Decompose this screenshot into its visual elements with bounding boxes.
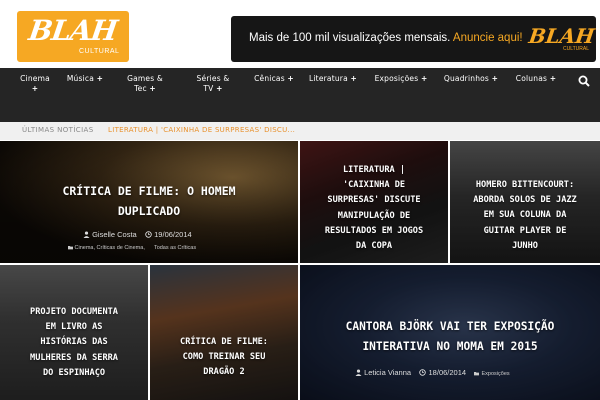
category-link[interactable]: Exposições (482, 371, 510, 377)
category-link[interactable]: Cinema (75, 245, 94, 251)
title-line: INTERATIVA NO MOMA EM 2015 (362, 340, 538, 353)
category-separator: , (93, 245, 96, 251)
article-categories: Cinema, Críticas de Cinema, Todas as Crí… (68, 245, 196, 251)
title-line: COMO TREINAR SEU (182, 352, 266, 363)
ad-text: Mais de 100 mil visualizações mensais. A… (249, 32, 523, 44)
ticker-label: ÚLTIMAS NOTÍCIAS (22, 126, 94, 134)
plus-icon: + (96, 74, 104, 83)
article-title[interactable]: CANTORA BJÖRK VAI TER EXPOSIÇÃO INTERATI… (300, 317, 600, 357)
title-line: GUITAR PLAYER DE (483, 225, 567, 236)
article-title[interactable]: PROJETO DOCUMENTA EM LIVRO AS HISTÓRIAS … (0, 305, 148, 381)
article-date: 19/06/2014 (154, 230, 192, 239)
site-logo[interactable]: BLAH CULTURAL (17, 11, 129, 62)
title-line: RESULTADOS EM JOGOS (324, 225, 424, 236)
title-line: DO ESPINHAÇO (42, 367, 106, 378)
category-separator: , (143, 245, 145, 251)
title-line: MANIPULAÇÃO DE (337, 210, 411, 221)
nav-label: Música (66, 74, 95, 83)
article-tile[interactable]: CRÍTICA DE FILME: COMO TREINAR SEU DRAGÃ… (150, 265, 298, 400)
title-line: LITERATURA | (342, 165, 406, 175)
title-line: ABORDA SOLOS DE JAZZ (473, 195, 577, 206)
article-date: 18/06/2014 (428, 368, 467, 377)
title-line: DA COPA (355, 241, 393, 252)
plus-icon: + (216, 84, 223, 93)
nav-label: Colunas (515, 74, 548, 83)
nav-label: Cinema (20, 74, 50, 83)
title-line: EM LIVRO AS (45, 322, 103, 333)
nav-item-games-tec[interactable]: Games & Tec + (125, 74, 165, 94)
folder-icon (474, 371, 480, 376)
article-title[interactable]: LITERATURA | 'CAIXINHA DE SURPRESAS' DIS… (300, 163, 448, 254)
plus-icon: + (149, 84, 156, 93)
nav-label: Games & (127, 74, 163, 83)
article-author[interactable]: Leticia Vianna (364, 368, 411, 377)
title-line: JUNHO (512, 240, 538, 251)
site-header: BLAH CULTURAL Mais de 100 mil visualizaç… (0, 0, 600, 68)
title-line: EM SUA COLUNA DA (483, 210, 567, 221)
nav-label: Quadrinhos (443, 74, 490, 83)
article-tile[interactable]: PROJETO DOCUMENTA EM LIVRO AS HISTÓRIAS … (0, 265, 148, 400)
search-icon[interactable] (578, 75, 590, 87)
ad-logo: BLAH (527, 24, 597, 48)
clock-icon (145, 231, 152, 238)
ad-cta-link[interactable]: Anuncie aqui! (453, 32, 523, 44)
logo-wordmark: BLAH (26, 14, 119, 47)
title-line: SURPRESAS' DISCUTE (327, 195, 421, 206)
nav-item-exposicoes[interactable]: Exposições + (373, 74, 429, 84)
news-ticker: ÚLTIMAS NOTÍCIAS LITERATURA | 'CAIXINHA … (0, 122, 600, 140)
title-line: DUPLICADO (117, 204, 181, 218)
category-link[interactable]: Todas as Críticas (154, 245, 196, 251)
user-icon (83, 231, 90, 238)
nav-item-musica[interactable]: Música + (66, 74, 104, 84)
article-title[interactable]: CRÍTICA DE FILME: COMO TREINAR SEU DRAGÃ… (150, 335, 298, 381)
plus-icon: + (31, 84, 39, 93)
article-title[interactable]: CRÍTICA DE FILME: O HOMEM DUPLICADO (0, 181, 298, 221)
nav-label: Exposições (374, 74, 419, 83)
nav-item-series-tv[interactable]: Séries & TV + (193, 74, 233, 94)
title-line: 'CAIXINHA DE (342, 180, 406, 191)
plus-icon: + (287, 74, 294, 83)
plus-icon: + (350, 74, 357, 83)
featured-article-tile[interactable]: CANTORA BJÖRK VAI TER EXPOSIÇÃO INTERATI… (300, 265, 600, 400)
title-line: HOMERO BITTENCOURT: (475, 180, 575, 190)
nav-label: TV (203, 84, 214, 93)
featured-article-tile[interactable]: CRÍTICA DE FILME: O HOMEM DUPLICADO Gise… (0, 141, 298, 263)
title-line: CANTORA BJÖRK VAI TER EXPOSIÇÃO (345, 320, 555, 333)
nav-label: Tec (134, 84, 147, 93)
nav-label: Cênicas (254, 74, 285, 83)
folder-icon (68, 245, 73, 250)
ticker-headline[interactable]: LITERATURA | 'CAIXINHA DE SURPRESAS' DIS… (108, 126, 295, 134)
user-icon (355, 369, 362, 376)
article-tile[interactable]: HOMERO BITTENCOURT: ABORDA SOLOS DE JAZZ… (450, 141, 600, 263)
nav-label: Literatura (309, 74, 348, 83)
article-tile[interactable]: LITERATURA | 'CAIXINHA DE SURPRESAS' DIS… (300, 141, 448, 263)
nav-item-literatura[interactable]: Literatura + (307, 74, 359, 84)
title-line: HISTÓRIAS DAS (40, 337, 108, 348)
title-line: CRÍTICA DE FILME: O HOMEM (62, 184, 236, 198)
title-line: CRÍTICA DE FILME: (180, 337, 268, 347)
title-line: MULHERES DA SERRA (30, 352, 118, 363)
ad-banner[interactable]: Mais de 100 mil visualizações mensais. A… (231, 16, 596, 62)
plus-icon: + (549, 74, 557, 83)
article-meta: Giselle Costa 19/06/2014 (83, 230, 192, 239)
article-meta: Leticia Vianna 18/06/2014 Exposições (355, 368, 510, 377)
ad-logo-subtitle: CULTURAL (563, 46, 590, 52)
main-nav: Cinema + Música + Games & Tec + Séries &… (0, 68, 600, 122)
clock-icon (419, 369, 427, 376)
logo-subtitle: CULTURAL (79, 48, 120, 55)
nav-item-quadrinhos[interactable]: Quadrinhos + (442, 74, 500, 84)
nav-item-cenicas[interactable]: Cênicas + (253, 74, 295, 84)
article-title[interactable]: HOMERO BITTENCOURT: ABORDA SOLOS DE JAZZ… (450, 178, 600, 254)
title-line: DRAGÃO 2 (203, 367, 245, 378)
plus-icon: + (491, 74, 499, 83)
plus-icon: + (420, 74, 428, 83)
title-line: PROJETO DOCUMENTA (30, 307, 118, 317)
nav-label: Séries & (196, 74, 230, 83)
category-link[interactable]: Críticas de Cinema (97, 245, 144, 251)
article-author[interactable]: Giselle Costa (92, 230, 137, 239)
nav-item-colunas[interactable]: Colunas + (513, 74, 559, 84)
ad-message: Mais de 100 mil visualizações mensais. (249, 32, 451, 44)
nav-item-cinema[interactable]: Cinema + (16, 74, 54, 94)
